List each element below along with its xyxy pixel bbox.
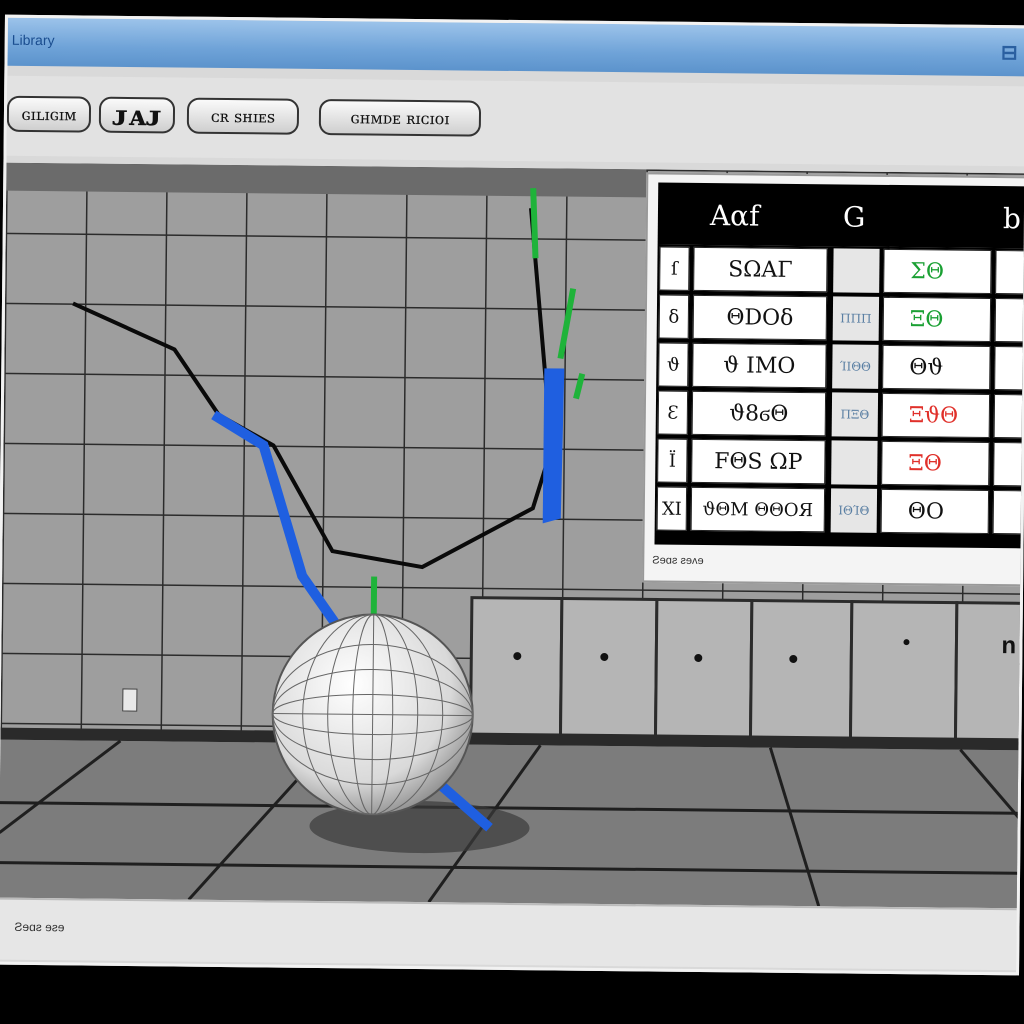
data-panel: Aαf G b ſ SΩΑΓ ΣΘ δ ΘDOδ ΠΠΠ ΞΘ ϑ ϑ ΙΜΟ … (642, 172, 1024, 587)
row-value[interactable]: Θϑ (882, 344, 991, 391)
data-table: ſ SΩΑΓ ΣΘ δ ΘDOδ ΠΠΠ ΞΘ ϑ ϑ ΙΜΟ ΊΙΘΘ Θϑ … (654, 244, 1024, 549)
app-window: Library ⊟ ɢɪʟɪɢɪᴍ ᴊᴀᴊ ᴄʀ ꜱʜɪᴇꜱ ɢʜᴍᴅᴇ ʀɪᴄ… (0, 14, 1024, 976)
window-title: Library (11, 31, 55, 49)
row-name[interactable]: ϑ ΙΜΟ (692, 342, 827, 389)
row-mid (833, 248, 880, 293)
row-extra (993, 394, 1024, 439)
row-index: ſ (659, 246, 690, 291)
row-mid: ΙΘΊΘ (830, 488, 878, 533)
status-text: Ƨɘɑƨ ɘƨɘ (14, 919, 65, 935)
row-mid: ΠΠΠ (832, 296, 880, 341)
toolbar-button-2[interactable]: ᴊᴀᴊ (98, 96, 176, 134)
row-extra (994, 346, 1024, 391)
row-mid: ΠΞΘ (831, 392, 879, 437)
row-name[interactable]: ϑΘΜ ΘΘΟЯ (690, 486, 826, 533)
row-name[interactable]: ϑ8ϭΘ (691, 390, 827, 437)
panel-footer: Ƨɘɑƨ ƨɘʌɘ (652, 554, 704, 568)
toolbar: ɢɪʟɪɢɪᴍ ᴊᴀᴊ ᴄʀ ꜱʜɪᴇꜱ ɢʜᴍᴅᴇ ʀɪᴄɪᴏɪ (6, 75, 1024, 167)
table-header: Aαf G b (657, 182, 1024, 249)
row-index: δ (658, 294, 690, 339)
row-value[interactable]: ΘΟ (880, 488, 990, 534)
row-index: Ϊ (657, 438, 688, 483)
row-name[interactable]: ΘDOδ (692, 294, 828, 341)
title-bar: Library ⊟ (7, 17, 1024, 77)
row-value[interactable]: ΞϑΘ (881, 392, 991, 438)
row-value[interactable]: ΞΘ (881, 440, 990, 486)
row-extra (992, 490, 1024, 535)
row-name[interactable]: FΘS ΩΡ (691, 438, 826, 485)
column-header-2: G (842, 200, 866, 234)
column-header-3: b (1002, 202, 1022, 236)
toolbar-button-1[interactable]: ɢɪʟɪɢɪᴍ (6, 95, 92, 133)
wall-letter: n (1001, 632, 1016, 659)
row-extra (995, 250, 1024, 295)
wireframe-ball (271, 613, 474, 816)
row-extra (994, 298, 1024, 343)
row-index: ΧΙ (656, 486, 688, 531)
row-mid (831, 440, 878, 485)
row-name[interactable]: SΩΑΓ (693, 246, 828, 293)
toolbar-button-4[interactable]: ɢʜᴍᴅᴇ ʀɪᴄɪᴏɪ (318, 98, 482, 137)
column-header-1: Aαf (709, 199, 760, 233)
row-value[interactable]: ΣΘ (883, 248, 992, 295)
row-index: Ɛ (657, 390, 689, 435)
status-bar: Ƨɘɑƨ ɘƨɘ (0, 897, 1017, 971)
wall-cabinets (468, 596, 1024, 746)
row-mid: ΊΙΘΘ (832, 344, 879, 389)
window-controls-icon[interactable]: ⊟ (1001, 40, 1018, 65)
row-value[interactable]: ΞΘ (882, 296, 992, 343)
toolbar-button-3[interactable]: ᴄʀ ꜱʜɪᴇꜱ (186, 97, 300, 135)
row-index: ϑ (658, 342, 689, 387)
row-extra (993, 442, 1024, 487)
wall-socket (122, 688, 138, 712)
